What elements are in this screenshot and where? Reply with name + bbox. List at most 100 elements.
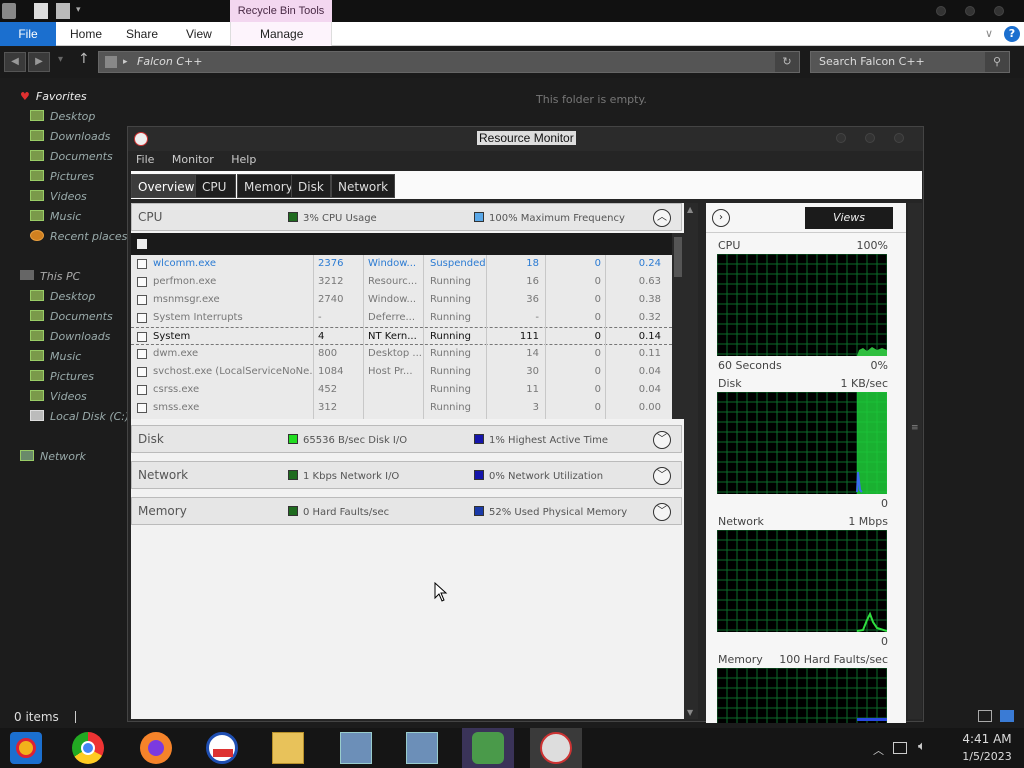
chevron-up-icon[interactable]: ︿ (653, 209, 671, 227)
network-setup-icon[interactable] (406, 732, 438, 764)
volume-icon[interactable]: 🔈︎ (918, 739, 926, 754)
row-checkbox[interactable] (137, 277, 147, 287)
properties-icon[interactable] (34, 3, 48, 19)
table-row[interactable]: perfmon.exe 3212 Resourc... Running 16 0 0.63 (131, 273, 672, 291)
row-checkbox[interactable] (137, 385, 147, 395)
row-checkbox[interactable] (137, 313, 147, 323)
up-arrow-icon[interactable]: ↑ (78, 51, 90, 67)
file-explorer-icon[interactable] (272, 732, 304, 764)
tab-overview[interactable]: Overview (131, 174, 202, 198)
users-icon[interactable] (472, 732, 504, 764)
row-checkbox[interactable] (137, 349, 147, 359)
tab-home[interactable]: Home (70, 22, 102, 46)
obama-logo-icon[interactable] (206, 732, 238, 764)
recent-locations-icon[interactable]: ▾ (58, 54, 63, 65)
clock-time[interactable]: 4:41 AM (952, 732, 1022, 746)
refresh-icon[interactable]: ↻ (775, 52, 799, 72)
chevron-down-icon[interactable]: ﹀ (653, 503, 671, 521)
scroll-down-icon[interactable]: ▼ (687, 708, 693, 717)
table-row[interactable]: wlcomm.exe 2376 Window... Suspended 18 0 0.24 (131, 255, 672, 273)
scroll-up-icon[interactable]: ▲ (687, 205, 693, 214)
tab-network[interactable]: Network (331, 174, 396, 198)
nav-item-music[interactable]: Music (30, 208, 81, 226)
disk-section-header[interactable]: Disk 65536 B/sec Disk I/O 1% Highest Act… (131, 425, 682, 453)
chrome-icon[interactable] (72, 732, 104, 764)
row-checkbox[interactable] (137, 367, 147, 377)
back-button[interactable]: ◀ (4, 52, 26, 72)
nav-item-videos[interactable]: Videos (30, 388, 87, 406)
tab-cpu[interactable]: CPU (195, 174, 236, 198)
firefox-icon[interactable] (140, 732, 172, 764)
table-row[interactable]: svchost.exe (LocalServiceNoNe... 1084 Host… (131, 363, 672, 381)
maximize-button[interactable] (965, 6, 975, 16)
help-icon[interactable]: ? (1004, 26, 1020, 42)
process-table-scrollbar[interactable] (672, 233, 684, 419)
resource-monitor-taskbar-icon[interactable] (540, 732, 572, 764)
search-input[interactable]: Search Falcon C++ ⚲ (810, 51, 1010, 73)
menu-help[interactable]: Help (231, 153, 256, 166)
row-checkbox[interactable] (137, 332, 147, 342)
address-field[interactable]: ▸ Falcon C++ ↻ (98, 51, 800, 73)
chevron-down-icon[interactable]: ﹀ (653, 431, 671, 449)
new-folder-icon[interactable] (56, 3, 70, 19)
row-checkbox[interactable] (137, 259, 147, 269)
search-icon[interactable]: ⚲ (985, 52, 1009, 72)
nav-item-pictures[interactable]: Pictures (30, 368, 94, 386)
select-all-checkbox[interactable] (137, 239, 147, 249)
nav-network[interactable]: Network (20, 448, 86, 466)
nav-item-downloads[interactable]: Downloads (30, 328, 110, 346)
table-row[interactable]: System Interrupts - Deferre... Running - 0 0.3… (131, 309, 672, 327)
tab-file[interactable]: File (0, 22, 56, 46)
nav-item-downloads[interactable]: Downloads (30, 128, 110, 146)
tab-manage[interactable]: Manage (260, 22, 303, 46)
clock-date[interactable]: 1/5/2023 (952, 750, 1022, 763)
table-row[interactable]: msnmsgr.exe 2740 Window... Running 36 0 0.38 (131, 291, 672, 309)
resmon-minimize-button[interactable] (836, 133, 846, 143)
network-setup-icon[interactable] (340, 732, 372, 764)
network-tray-icon[interactable] (893, 742, 907, 754)
nav-item-documents[interactable]: Documents (30, 148, 113, 166)
table-row[interactable]: csrss.exe 452 Running 11 0 0.04 (131, 381, 672, 399)
details-view-icon[interactable] (978, 710, 992, 722)
nav-favorites[interactable]: ♥ Favorites (20, 88, 87, 106)
nav-item-local-disk[interactable]: Local Disk (C:) (30, 408, 129, 426)
show-hidden-icons-icon[interactable]: ︿ (873, 742, 884, 758)
table-row[interactable]: dwm.exe 800 Desktop ... Running 14 0 0.11 (131, 345, 672, 363)
chevron-down-icon[interactable]: ▾ (76, 5, 90, 21)
resmon-close-button[interactable] (894, 133, 904, 143)
table-row[interactable]: System 4 NT Kern... Running 111 0 0.14 (131, 327, 672, 345)
row-checkbox[interactable] (137, 403, 147, 413)
menu-file[interactable]: File (136, 153, 154, 166)
recycle-bin-icon[interactable] (2, 3, 16, 19)
tab-share[interactable]: Share (126, 22, 158, 46)
nav-item-pictures[interactable]: Pictures (30, 168, 94, 186)
nav-this-pc[interactable]: This PC (20, 268, 80, 286)
nav-item-recent-places[interactable]: Recent places (30, 228, 127, 246)
views-button[interactable]: Views (805, 207, 893, 229)
minimize-button[interactable] (936, 6, 946, 16)
chevron-down-icon[interactable]: ∨ (985, 22, 993, 46)
row-checkbox[interactable] (137, 295, 147, 305)
scroll-thumb[interactable] (674, 237, 682, 277)
cpu-section-header[interactable]: CPU 3% CPU Usage 100% Maximum Frequency … (131, 203, 682, 231)
close-button[interactable] (994, 6, 1004, 16)
menu-monitor[interactable]: Monitor (172, 153, 214, 166)
forward-button[interactable]: ▶ (28, 52, 50, 72)
start-button[interactable] (10, 732, 42, 764)
tab-view[interactable]: View (186, 22, 212, 46)
nav-item-videos[interactable]: Videos (30, 188, 87, 206)
table-row[interactable]: smss.exe 312 Running 3 0 0.00 (131, 399, 672, 417)
large-icons-view-icon[interactable] (1000, 710, 1014, 722)
resmon-maximize-button[interactable] (865, 133, 875, 143)
tab-disk[interactable]: Disk (291, 174, 331, 198)
overview-scrollbar[interactable]: ▲ ▼ (684, 203, 698, 719)
nav-item-desktop[interactable]: Desktop (30, 288, 95, 306)
graphs-scrollbar[interactable]: ≡ (908, 203, 922, 719)
collapse-panel-button[interactable]: › (712, 209, 730, 227)
network-section-header[interactable]: Network 1 Kbps Network I/O 0% Network Ut… (131, 461, 682, 489)
memory-section-header[interactable]: Memory 0 Hard Faults/sec 52% Used Physic… (131, 497, 682, 525)
nav-item-documents[interactable]: Documents (30, 308, 113, 326)
scroll-grip-icon[interactable]: ≡ (911, 423, 919, 433)
chevron-down-icon[interactable]: ﹀ (653, 467, 671, 485)
nav-item-desktop[interactable]: Desktop (30, 108, 95, 126)
